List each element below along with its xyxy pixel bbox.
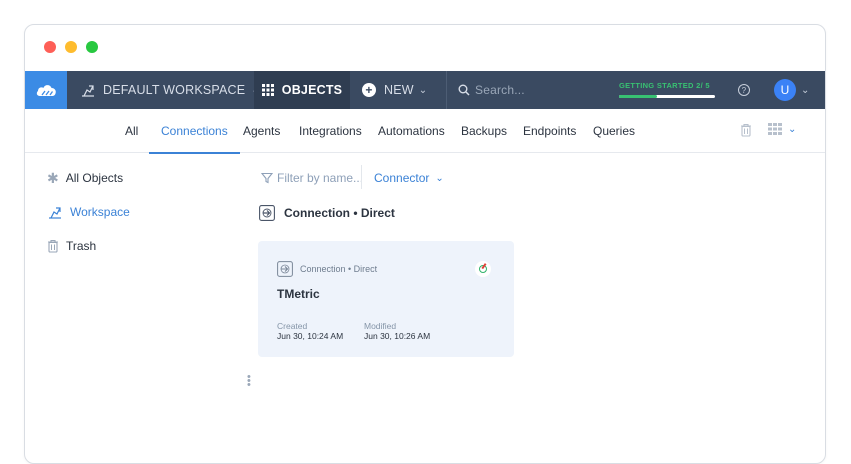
- search-input[interactable]: Search...: [458, 71, 525, 109]
- top-nav-bar: DEFAULT WORKSPACE ⌄ OBJECTS + NEW ⌄ Sear…: [25, 71, 825, 109]
- sidebar-item-label: All Objects: [65, 171, 124, 185]
- tab-connections[interactable]: Connections: [149, 109, 240, 154]
- progress-bar: [619, 95, 715, 98]
- created-value: Jun 30, 10:24 AM: [277, 331, 344, 341]
- modified-value: Jun 30, 10:26 AM: [364, 331, 431, 341]
- getting-started-progress[interactable]: GETTING STARTED 2/ 5: [619, 71, 715, 109]
- new-label: NEW: [384, 83, 414, 97]
- connection-icon: [277, 261, 293, 277]
- objects-label: OBJECTS: [281, 83, 343, 97]
- sidebar-item-all-objects[interactable]: ✱ All Objects: [47, 170, 123, 186]
- card-title: TMetric: [277, 287, 320, 301]
- filter-icon: [261, 172, 273, 184]
- sidebar-item-trash[interactable]: Trash: [47, 238, 96, 254]
- home-logo-button[interactable]: [25, 71, 67, 109]
- workspace-icon: [49, 207, 61, 219]
- new-button[interactable]: + NEW ⌄: [362, 71, 427, 109]
- grid-icon: [261, 84, 274, 96]
- search-icon: [458, 84, 470, 96]
- connector-filter-dropdown[interactable]: Connector ⌄: [374, 170, 444, 186]
- more-options-icon[interactable]: • • •: [247, 372, 251, 391]
- help-icon: ?: [738, 84, 750, 96]
- app-window: DEFAULT WORKSPACE ⌄ OBJECTS + NEW ⌄ Sear…: [24, 24, 826, 464]
- trash-icon: [48, 239, 58, 253]
- filter-placeholder: Filter by name...: [277, 171, 364, 185]
- chevron-down-icon: ⌄: [435, 172, 444, 184]
- card-type-label: Connection • Direct: [300, 264, 378, 274]
- tab-all[interactable]: All: [125, 109, 138, 153]
- divider: [361, 165, 362, 189]
- card-type: Connection • Direct: [277, 261, 377, 277]
- connector-filter-label: Connector: [374, 171, 430, 185]
- modified-label: Modified: [364, 321, 397, 331]
- tab-integrations[interactable]: Integrations: [299, 109, 362, 153]
- connection-icon: [259, 205, 275, 221]
- connection-card[interactable]: Connection • Direct TMetric Created Jun …: [258, 241, 514, 357]
- chevron-down-icon: ⌄: [801, 84, 810, 96]
- trash-button[interactable]: [740, 123, 752, 142]
- trash-icon: [741, 123, 751, 137]
- workspace-selector[interactable]: DEFAULT WORKSPACE ⌄: [80, 71, 260, 109]
- help-button[interactable]: ?: [738, 71, 750, 109]
- tab-queries[interactable]: Queries: [593, 109, 635, 153]
- object-type-tabs: All Connections Agents Integrations Auto…: [25, 109, 825, 154]
- filter-by-name-input[interactable]: Filter by name...: [261, 170, 363, 186]
- cloud-logo-icon: [36, 85, 56, 96]
- status-icon: [479, 265, 487, 273]
- created-label: Created: [277, 321, 308, 331]
- section-header: Connection • Direct: [259, 204, 395, 222]
- status-badge: [475, 261, 491, 277]
- sidebar-item-label: Trash: [66, 239, 97, 253]
- asterisk-icon: ✱: [47, 170, 59, 186]
- tab-agents[interactable]: Agents: [243, 109, 280, 153]
- plus-circle-icon: +: [362, 83, 376, 97]
- sidebar-item-label: Workspace: [70, 205, 130, 219]
- tab-backups[interactable]: Backups: [461, 109, 507, 153]
- divider: [446, 71, 447, 109]
- card-modified: Modified Jun 30, 10:26 AM: [364, 321, 430, 341]
- grid-view-icon: [768, 123, 782, 135]
- chevron-down-icon: ⌄: [418, 84, 428, 96]
- maximize-window-button[interactable]: [86, 41, 98, 53]
- minimize-window-button[interactable]: [65, 41, 77, 53]
- tab-endpoints[interactable]: Endpoints: [523, 109, 576, 153]
- card-created: Created Jun 30, 10:24 AM: [277, 321, 343, 341]
- avatar: U: [774, 79, 796, 101]
- sidebar-item-workspace[interactable]: Workspace: [47, 204, 130, 220]
- getting-started-label: GETTING STARTED 2/ 5: [619, 81, 710, 90]
- title-bar: [25, 25, 825, 71]
- workspace-icon: [82, 85, 94, 97]
- user-menu[interactable]: U ⌄: [774, 71, 810, 109]
- chevron-down-icon: ⌄: [788, 123, 797, 135]
- workspace-label: DEFAULT WORKSPACE: [103, 83, 246, 97]
- tab-automations[interactable]: Automations: [378, 109, 445, 153]
- objects-button[interactable]: OBJECTS: [254, 71, 350, 109]
- view-mode-selector[interactable]: ⌄: [768, 123, 796, 135]
- search-placeholder: Search...: [475, 83, 525, 97]
- close-window-button[interactable]: [44, 41, 56, 53]
- section-title: Connection • Direct: [284, 206, 395, 220]
- progress-fill: [619, 95, 658, 98]
